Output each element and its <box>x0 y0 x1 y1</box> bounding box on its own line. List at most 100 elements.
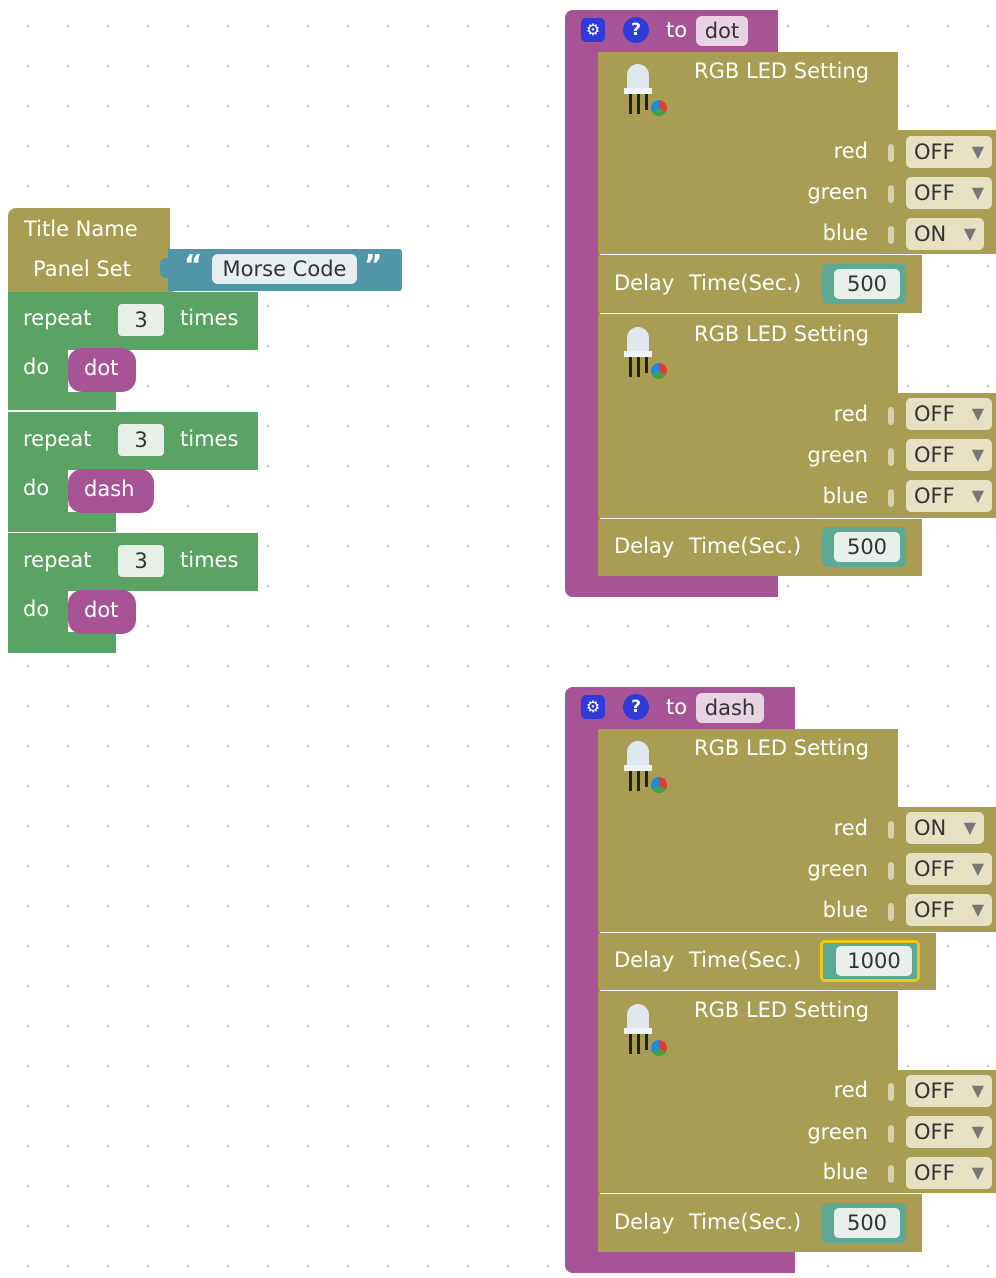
triangle-down-icon: ▼ <box>971 142 984 161</box>
input-socket <box>888 1083 894 1101</box>
help-icon[interactable]: ? <box>623 694 649 720</box>
input-socket <box>888 1125 894 1143</box>
blue-label: blue <box>822 1160 868 1184</box>
blue-dropdown[interactable]: OFF ▼ <box>906 894 992 926</box>
delay-label: Delay <box>614 534 675 558</box>
input-socket <box>888 185 894 203</box>
gear-icon[interactable]: ⚙ <box>581 18 605 42</box>
call-dot-label: dot <box>84 598 119 622</box>
red-dropdown[interactable]: ON ▼ <box>906 812 984 844</box>
call-dash-label: dash <box>84 477 135 501</box>
triangle-down-icon: ▼ <box>963 224 976 243</box>
help-icon[interactable]: ? <box>623 17 649 43</box>
close-quote-icon: ” <box>364 248 383 281</box>
blue-label: blue <box>822 484 868 508</box>
blue-dropdown[interactable]: OFF ▼ <box>906 1157 992 1189</box>
green-dropdown-value: OFF <box>914 1120 955 1144</box>
red-label: red <box>833 402 868 426</box>
blue-dropdown[interactable]: ON ▼ <box>906 218 984 250</box>
green-label: green <box>807 443 868 467</box>
triangle-down-icon: ▼ <box>971 486 984 505</box>
procedure-name-field[interactable]: dot <box>696 16 748 46</box>
led-title: RGB LED Setting <box>694 998 869 1022</box>
repeat-label: repeat <box>23 548 92 572</box>
title-name-label: Title Name <box>24 217 138 241</box>
delay-value-field[interactable]: 500 <box>834 1208 900 1238</box>
panel-set-label: Panel Set <box>33 257 131 281</box>
do-label: do <box>23 355 50 379</box>
input-socket <box>888 226 894 244</box>
blue-dropdown-value: OFF <box>914 1161 955 1185</box>
string-block-connector <box>160 258 172 278</box>
green-dropdown-value: OFF <box>914 857 955 881</box>
green-dropdown[interactable]: OFF ▼ <box>906 439 992 471</box>
input-socket <box>888 144 894 162</box>
repeat-block-3-foot <box>8 632 116 653</box>
red-dropdown-value: ON <box>914 816 947 840</box>
procedure-dash-frame <box>565 687 600 1273</box>
input-socket <box>888 1165 894 1183</box>
blue-label: blue <box>822 898 868 922</box>
red-label: red <box>833 1078 868 1102</box>
repeat-label: repeat <box>23 306 92 330</box>
times-label: times <box>180 548 239 572</box>
call-dot-label: dot <box>84 356 119 380</box>
blue-dropdown-value: ON <box>914 222 947 246</box>
string-value-field[interactable]: Morse Code <box>212 254 357 284</box>
repeat-count-field[interactable]: 3 <box>118 304 164 336</box>
red-label: red <box>833 139 868 163</box>
delay-value-field[interactable]: 1000 <box>836 946 912 976</box>
delay-value-field[interactable]: 500 <box>834 269 900 299</box>
repeat-count-field[interactable]: 3 <box>118 545 164 577</box>
time-label: Time(Sec.) <box>689 271 802 295</box>
triangle-down-icon: ▼ <box>971 859 984 878</box>
delay-label: Delay <box>614 1210 675 1234</box>
green-label: green <box>807 857 868 881</box>
red-dropdown[interactable]: OFF ▼ <box>906 1075 992 1107</box>
green-dropdown[interactable]: OFF ▼ <box>906 853 992 885</box>
input-socket <box>888 903 894 921</box>
times-label: times <box>180 427 239 451</box>
procedure-dot-footer <box>565 575 778 597</box>
open-quote-icon: “ <box>184 248 203 281</box>
triangle-down-icon: ▼ <box>971 900 984 919</box>
led-title: RGB LED Setting <box>694 322 869 346</box>
red-dropdown[interactable]: OFF ▼ <box>906 398 992 430</box>
led-title: RGB LED Setting <box>694 59 869 83</box>
times-label: times <box>180 306 239 330</box>
green-label: green <box>807 1120 868 1144</box>
procedure-to-label: to <box>666 695 688 719</box>
green-dropdown-value: OFF <box>914 443 955 467</box>
red-dropdown[interactable]: OFF ▼ <box>906 136 992 168</box>
repeat-count-field[interactable]: 3 <box>118 424 164 456</box>
green-dropdown[interactable]: OFF ▼ <box>906 177 992 209</box>
procedure-name-field[interactable]: dash <box>696 693 764 723</box>
time-label: Time(Sec.) <box>689 1210 802 1234</box>
triangle-down-icon: ▼ <box>971 1122 984 1141</box>
triangle-down-icon: ▼ <box>971 183 984 202</box>
gear-icon[interactable]: ⚙ <box>581 695 605 719</box>
delay-label: Delay <box>614 271 675 295</box>
repeat-block-2-foot <box>8 512 116 532</box>
green-label: green <box>807 180 868 204</box>
do-label: do <box>23 597 50 621</box>
red-label: red <box>833 816 868 840</box>
led-title: RGB LED Setting <box>694 736 869 760</box>
do-label: do <box>23 476 50 500</box>
green-dropdown[interactable]: OFF ▼ <box>906 1116 992 1148</box>
time-label: Time(Sec.) <box>689 534 802 558</box>
green-dropdown-value: OFF <box>914 181 955 205</box>
red-dropdown-value: OFF <box>914 402 955 426</box>
triangle-down-icon: ▼ <box>971 445 984 464</box>
blue-dropdown[interactable]: OFF ▼ <box>906 480 992 512</box>
red-dropdown-value: OFF <box>914 140 955 164</box>
red-dropdown-value: OFF <box>914 1079 955 1103</box>
input-socket <box>888 862 894 880</box>
time-label: Time(Sec.) <box>689 948 802 972</box>
delay-value-field[interactable]: 500 <box>834 532 900 562</box>
blue-label: blue <box>822 221 868 245</box>
repeat-label: repeat <box>23 427 92 451</box>
input-socket <box>888 448 894 466</box>
triangle-down-icon: ▼ <box>971 1163 984 1182</box>
procedure-dash-footer <box>565 1251 795 1273</box>
